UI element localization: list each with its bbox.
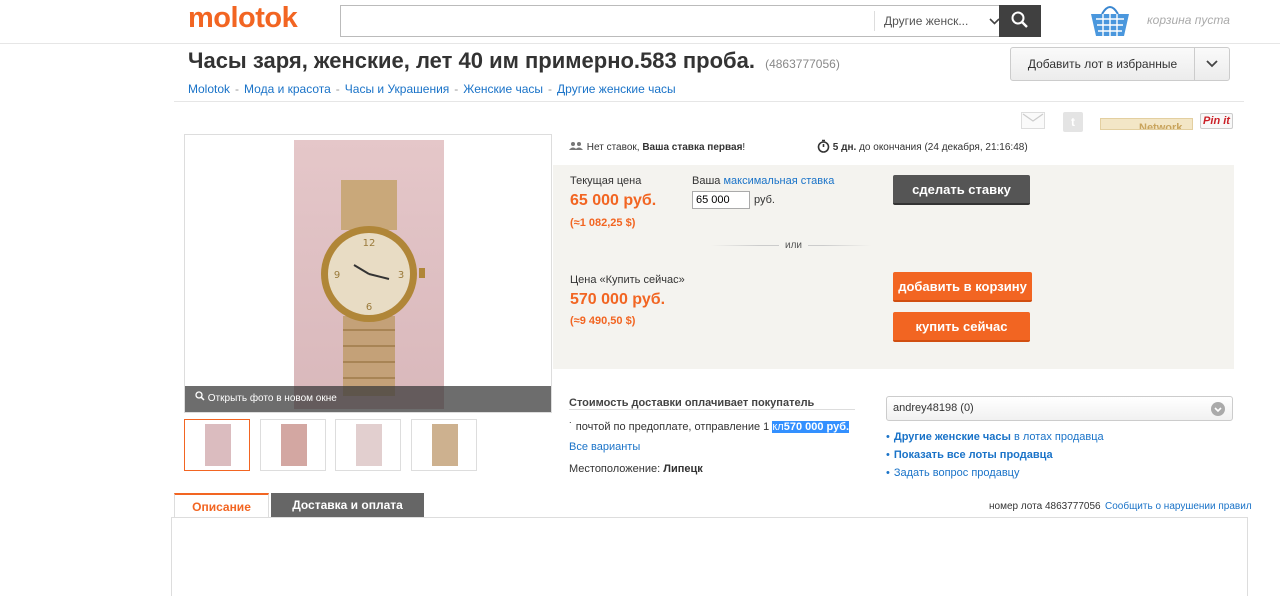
breadcrumb-womens-watches[interactable]: Женские часы <box>463 82 543 96</box>
buy-now-price: 570 000 руб. <box>570 291 666 308</box>
seller-name: andrey48198 (0) <box>893 402 974 414</box>
buy-now-label: Цена «Купить сейчас» <box>570 274 685 286</box>
bid-amount-input[interactable] <box>692 191 750 209</box>
list-item: • Другие женские часы в лотах продавца <box>886 431 1104 443</box>
svg-text:6: 6 <box>366 302 372 313</box>
all-seller-lots-link[interactable]: Показать все лоты продавца <box>894 449 1053 461</box>
add-to-favorites-button[interactable]: Добавить лот в избранные <box>1010 47 1230 81</box>
top-bar: molotok Другие женск... корзина пуста <box>0 0 1280 44</box>
location-value: Липецк <box>663 463 703 475</box>
your-label: Ваша <box>692 175 721 187</box>
days-left: 5 дн. <box>832 142 857 153</box>
max-bid-label: Ваша максимальная ставка <box>692 175 834 187</box>
breadcrumb-watches-jewelry[interactable]: Часы и Украшения <box>345 82 449 96</box>
chevron-down-icon <box>1206 57 1218 71</box>
delivery-price: 570 000 руб. <box>783 421 850 433</box>
twitter-share-icon[interactable]: t <box>1063 112 1083 132</box>
lot-title: Часы заря, женские, лет 40 им примерно.5… <box>188 48 755 73</box>
description-content <box>171 517 1248 596</box>
search-button[interactable] <box>999 5 1041 37</box>
main-photo[interactable]: 12 3 6 9 Открыть фото в новом окне <box>184 134 552 413</box>
breadcrumb-other-womens-watches[interactable]: Другие женские часы <box>557 82 676 96</box>
page-title: Часы заря, женские, лет 40 им примерно.5… <box>188 48 840 74</box>
search-input[interactable] <box>341 6 874 36</box>
thumbnail[interactable] <box>411 419 477 471</box>
seller-dropdown[interactable]: andrey48198 (0) <box>886 396 1233 421</box>
bids-info: Нет ставок, Ваша ставка первая! <box>569 141 745 153</box>
report-violation-link[interactable]: Сообщить о нарушении правил <box>1105 501 1252 512</box>
delivery-method-text: почтой по предоплате, отправление 1 <box>575 421 770 433</box>
or-label: или <box>779 240 809 251</box>
cart-status[interactable]: корзина пуста <box>1147 13 1230 27</box>
current-price-usd: (≈1 082,25 $) <box>570 217 636 229</box>
search-category-label: Другие женск... <box>884 14 969 28</box>
open-photo-label: Открыть фото в новом окне <box>207 393 337 404</box>
favorites-label[interactable]: Добавить лот в избранные <box>1011 48 1195 80</box>
ask-seller-link[interactable]: Задать вопрос продавцу <box>894 467 1020 479</box>
add-to-cart-button[interactable]: добавить в корзину <box>893 272 1032 302</box>
breadcrumb: Molotok - Мода и красота - Часы и Украшения -… <box>188 82 676 96</box>
thumbnail[interactable] <box>260 419 326 471</box>
mail-share-icon[interactable] <box>1021 112 1045 129</box>
divider <box>569 409 855 410</box>
tab-description[interactable]: Описание <box>174 493 269 517</box>
pinterest-share-button[interactable]: Pin it <box>1200 113 1233 129</box>
svg-text:9: 9 <box>334 270 340 281</box>
currency-label: руб. <box>754 194 775 206</box>
search-icon <box>1011 11 1029 32</box>
other-womens-watches-link[interactable]: Другие женские часы в лотах продавца <box>894 431 1104 443</box>
no-bids-text: Нет ставок, <box>586 142 640 153</box>
lot-number: номер лота 4863777056 <box>989 501 1101 512</box>
svg-text:12: 12 <box>363 238 376 249</box>
thumbnail-image <box>432 424 458 466</box>
buy-now-button[interactable]: купить сейчас <box>893 312 1030 342</box>
favorites-dropdown[interactable] <box>1195 48 1229 80</box>
chevron-down-icon <box>1211 402 1225 416</box>
search-category-select[interactable]: Другие женск... <box>874 11 1004 31</box>
selected-text: кл570 000 руб. <box>772 421 850 433</box>
svg-text:3: 3 <box>398 270 404 281</box>
delivery-title: Стоимость доставки оплачивает покупатель <box>569 397 815 409</box>
tab-shipping-payment[interactable]: Доставка и оплата <box>271 493 424 517</box>
open-photo-link[interactable]: Открыть фото в новом окне <box>185 386 551 412</box>
all-variants-link[interactable]: Все варианты <box>569 441 640 453</box>
thumbnail[interactable] <box>184 419 250 471</box>
breadcrumb-home[interactable]: Molotok <box>188 82 230 96</box>
delivery-method: ˙ почтой по предоплате, отправление 1 кл… <box>569 421 850 433</box>
max-bid-link[interactable]: максимальная ставка <box>723 175 834 187</box>
timer-icon <box>817 139 833 153</box>
link-rest: в лотах продавца <box>1013 431 1104 443</box>
search-bar: Другие женск... <box>340 5 1041 37</box>
current-price-label: Текущая цена <box>570 175 642 187</box>
bidders-icon <box>569 142 587 153</box>
link-bold: Другие женские часы <box>893 431 1011 443</box>
end-date: до окончания (24 декабря, 21:16:48) <box>859 142 1028 153</box>
current-price: 65 000 руб. <box>570 192 657 209</box>
watch-photo: 12 3 6 9 <box>294 140 444 409</box>
selection-prefix: кл <box>772 421 784 433</box>
thumbnail[interactable] <box>335 419 401 471</box>
search-icon <box>195 391 208 404</box>
location-label: Местоположение: <box>569 463 661 475</box>
thumbnail-image <box>356 424 382 466</box>
thumbnail-image <box>281 424 307 466</box>
cart-icon[interactable] <box>1088 0 1132 40</box>
location: Местоположение: Липецк <box>569 463 703 475</box>
thumbnail-image <box>205 424 231 466</box>
first-bid-text: Ваша ставка первая <box>642 142 743 153</box>
time-left: 5 дн. до окончания (24 декабря, 21:16:48… <box>817 139 1028 153</box>
network-share-icon[interactable]: Network <box>1100 118 1193 130</box>
seller-links: • Другие женские часы в лотах продавца • П… <box>886 431 1104 485</box>
bid-panel: Текущая цена 65 000 руб. (≈1 082,25 $) В… <box>553 165 1234 369</box>
lot-id: (4863777056) <box>765 57 840 71</box>
divider <box>174 101 1244 102</box>
list-item: • Задать вопрос продавцу <box>886 467 1020 479</box>
breadcrumb-fashion[interactable]: Мода и красота <box>244 82 331 96</box>
list-item: • Показать все лоты продавца <box>886 449 1053 461</box>
place-bid-button[interactable]: сделать ставку <box>893 175 1030 205</box>
buy-now-price-usd: (≈9 490,50 $) <box>570 315 636 327</box>
site-logo[interactable]: molotok <box>188 2 298 35</box>
link-text: Показать все лоты продавца <box>893 449 1053 461</box>
